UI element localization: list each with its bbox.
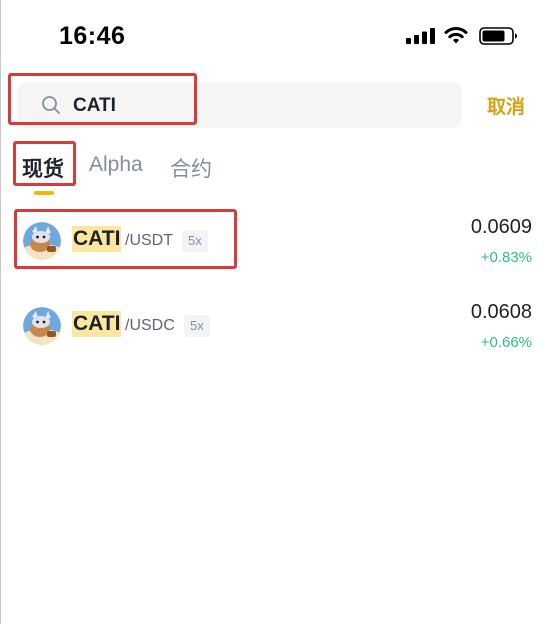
- quote-asset: /USDC: [125, 317, 175, 334]
- wifi-icon: [444, 27, 468, 44]
- base-asset: CATI: [72, 311, 122, 337]
- cancel-button[interactable]: 取消: [487, 92, 525, 119]
- last-price: 0.0608: [470, 301, 532, 323]
- market-tabs: 现货 Alpha 合约: [0, 148, 555, 198]
- battery-icon: [479, 27, 517, 45]
- search-query[interactable]: CATI: [73, 95, 116, 117]
- leverage-badge: 5x: [184, 315, 210, 337]
- search-input[interactable]: CATI: [17, 82, 462, 128]
- quote-asset: /USDT: [125, 232, 173, 249]
- cellular-signal-icon: [406, 28, 435, 44]
- tab-spot[interactable]: 现货: [22, 153, 64, 183]
- status-time: 16:46: [59, 22, 126, 50]
- coin-logo-icon: [23, 307, 61, 345]
- base-asset: CATI: [72, 226, 122, 252]
- last-price: 0.0609: [470, 216, 532, 238]
- list-item[interactable]: CATI /USDC 5x 0.0608 +0.66%: [0, 291, 555, 361]
- coin-logo-icon: [23, 222, 61, 260]
- price-change: +0.66%: [480, 334, 532, 351]
- tab-futures[interactable]: 合约: [170, 153, 212, 183]
- status-bar: 16:46: [0, 0, 555, 70]
- active-tab-indicator: [34, 191, 54, 195]
- search-icon: [42, 96, 60, 114]
- list-item[interactable]: CATI /USDT 5x 0.0609 +0.83%: [0, 206, 555, 276]
- leverage-badge: 5x: [182, 230, 208, 252]
- tab-alpha[interactable]: Alpha: [89, 153, 143, 177]
- price-change: +0.83%: [480, 249, 532, 266]
